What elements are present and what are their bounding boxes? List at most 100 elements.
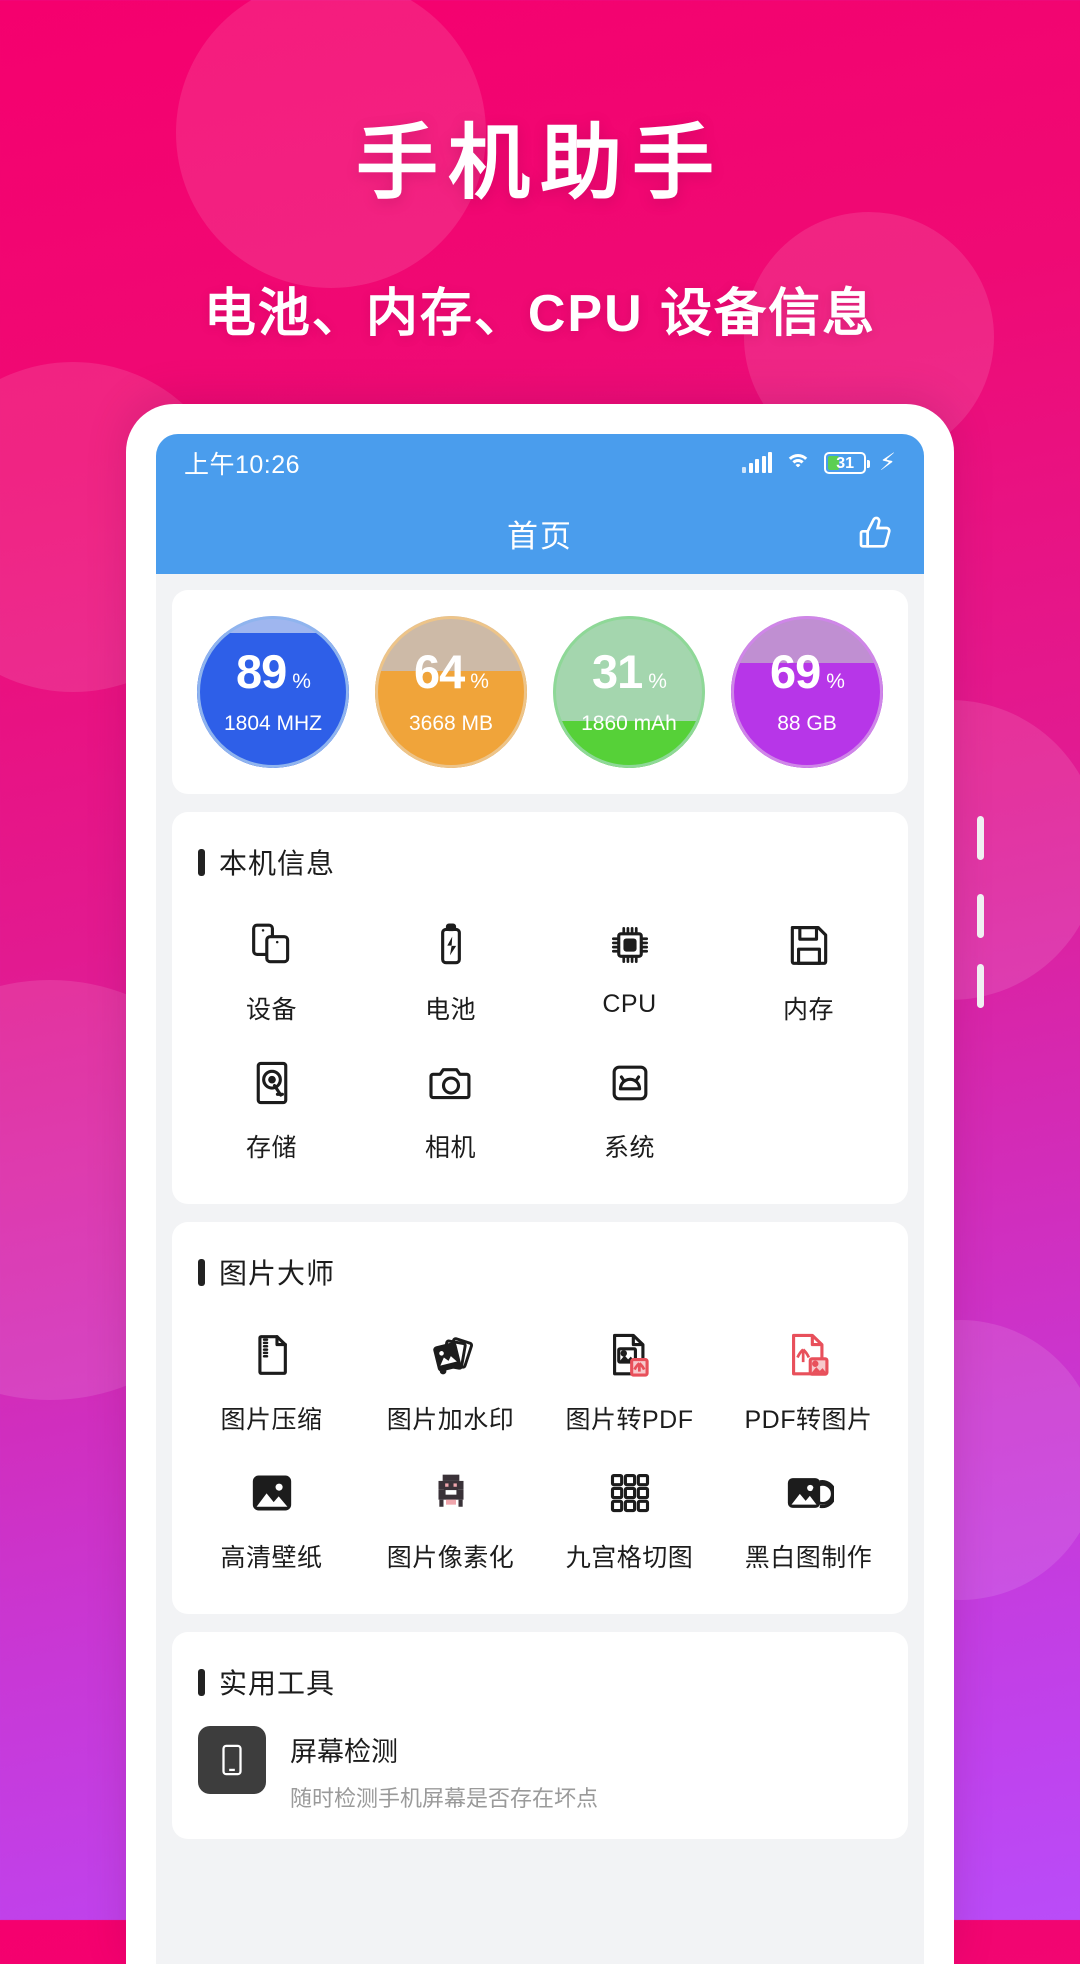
grid-item-label: 九宫格切图	[565, 1544, 694, 1572]
phone-side-button	[977, 816, 984, 860]
status-time: 上午10:26	[184, 451, 301, 479]
grid-item[interactable]: CPU	[540, 902, 719, 1040]
grid-item-label: 电池	[424, 996, 476, 1024]
grid-item[interactable]: 高清壁纸	[182, 1450, 361, 1588]
grid-item-label: 图片加水印	[386, 1406, 515, 1434]
app-bar: 首页	[156, 492, 924, 574]
wifi-icon	[785, 453, 812, 473]
page-title: 手机助手	[355, 118, 724, 209]
phone-device-icon	[245, 918, 299, 972]
screen-test-icon	[198, 1726, 266, 1794]
section-header: 本机信息	[172, 812, 908, 888]
tool-name: 屏幕检测	[290, 1737, 398, 1767]
grid-item-label: 相机	[424, 1134, 476, 1162]
section-title: 实用工具	[219, 1668, 336, 1699]
compress-file-icon	[245, 1328, 299, 1382]
camera-icon	[424, 1056, 478, 1110]
black-white-photo-icon	[782, 1466, 836, 1520]
charging-bolt-icon: ⚡	[879, 449, 896, 476]
grid-item-label: 设备	[245, 996, 297, 1024]
cpu-gauge[interactable]: 89% 1804 MHZ	[197, 616, 349, 768]
phone-mockup: 上午10:26 31 ⚡ 首页 89% 1804 MHZ 64 % 3668 M…	[126, 404, 984, 1964]
phone-screen: 上午10:26 31 ⚡ 首页 89% 1804 MHZ 64 % 3668 M…	[156, 434, 924, 1964]
image-master-grid: 图片压缩 图片加水印 图片转PDF PDF转图片高清壁纸 图片像素化 九宫格切图 黑白图制作	[172, 1298, 908, 1614]
watermark-photos-icon	[424, 1328, 478, 1382]
hero-banner: 手机助手 电池、内存、CPU 设备信息	[0, 0, 1080, 346]
app-content: 89% 1804 MHZ 64% 3668 MB 31% 1860 mAh 69% 88 GB…	[156, 574, 924, 1839]
section-marker	[198, 1668, 205, 1696]
grid-item-label: 内存	[782, 996, 834, 1024]
image-master-section: 图片大师 图片压缩 图片加水印 图片转PDF PDF转图片高清壁纸 图片像素化 九宫格切图…	[172, 1222, 908, 1614]
grid-item[interactable]: 存储	[182, 1040, 361, 1178]
grid-item[interactable]: 电池	[361, 902, 540, 1040]
grid-item-label: 系统	[603, 1134, 655, 1162]
section-header: 图片大师	[172, 1222, 908, 1298]
hard-drive-icon	[245, 1056, 299, 1110]
list-item[interactable]: 屏幕检测 随时检测手机屏幕是否存在坏点	[172, 1708, 908, 1839]
section-marker	[198, 848, 205, 876]
gauge-number: 64	[414, 645, 465, 698]
grid-item-label: 图片压缩	[220, 1406, 323, 1434]
gauge-subtext: 1804 MHZ	[223, 712, 323, 735]
battery-level: 31	[836, 454, 855, 472]
gauge-value: 31%	[592, 645, 667, 705]
phone-side-button	[977, 964, 984, 1008]
storage-gauge[interactable]: 69% 88 GB	[731, 616, 883, 768]
tool-desc: 随时检测手机屏幕是否存在坏点	[290, 1786, 599, 1811]
gauge-unit: %	[470, 670, 489, 693]
grid-item[interactable]: 九宫格切图	[540, 1450, 719, 1588]
gauge-subtext: 1860 mAh	[581, 712, 677, 735]
phone-side-button	[977, 894, 984, 938]
grid-item-label: PDF转图片	[744, 1406, 873, 1434]
section-marker	[198, 1258, 205, 1286]
section-header: 实用工具	[172, 1632, 908, 1708]
grid-item[interactable]: 图片转PDF	[540, 1312, 719, 1450]
gauge-unit: %	[648, 670, 667, 693]
grid-item[interactable]: 内存	[719, 902, 898, 1040]
grid-item-label: 高清壁纸	[220, 1544, 323, 1572]
wallpaper-image-icon	[245, 1466, 299, 1520]
gauge-subtext: 3668 MB	[408, 712, 494, 735]
grid-item[interactable]: 相机	[361, 1040, 540, 1178]
nine-grid-icon	[603, 1466, 657, 1520]
grid-item-label: 黑白图制作	[744, 1544, 873, 1572]
gauge-subtext: 88 GB	[777, 712, 837, 735]
stats-card: 89% 1804 MHZ 64% 3668 MB 31% 1860 mAh 69% 88 GB	[172, 590, 908, 794]
grid-item[interactable]: 图片加水印	[361, 1312, 540, 1450]
gauge-value: 64%	[414, 645, 489, 705]
battery-icon: 31	[824, 452, 871, 474]
device-info-grid: 设备 电池 CPU 内存存储 相机 系统	[172, 888, 908, 1204]
pixelate-icon	[424, 1466, 478, 1520]
battery-icon	[424, 918, 478, 972]
gauge-value: 69%	[770, 648, 845, 705]
thumbs-up-icon[interactable]	[856, 513, 896, 553]
gauge-number: 89	[236, 645, 287, 698]
grid-item-label: 存储	[245, 1134, 297, 1162]
android-system-icon	[603, 1056, 657, 1110]
grid-item[interactable]: 图片压缩	[182, 1312, 361, 1450]
gauge-number: 31	[592, 645, 643, 698]
utility-tools-section: 实用工具 屏幕检测 随时检测手机屏幕是否存在坏点	[172, 1632, 908, 1839]
device-info-section: 本机信息 设备 电池 CPU 内存存储 相机 系统	[172, 812, 908, 1204]
grid-item-label: 图片像素化	[386, 1544, 515, 1572]
gauge-unit: %	[826, 670, 845, 693]
gauge-value: 89%	[236, 645, 311, 705]
gauge-unit: %	[292, 670, 311, 693]
memory-gauge[interactable]: 64% 3668 MB	[375, 616, 527, 768]
grid-item-label: 图片转PDF	[565, 1406, 694, 1434]
grid-item-label: CPU	[602, 990, 657, 1018]
grid-item[interactable]: PDF转图片	[719, 1312, 898, 1450]
app-bar-title: 首页	[507, 518, 573, 554]
grid-item[interactable]: 图片像素化	[361, 1450, 540, 1588]
signal-bars-icon	[742, 452, 773, 473]
grid-item[interactable]: 设备	[182, 902, 361, 1040]
battery-gauge[interactable]: 31% 1860 mAh	[553, 616, 705, 768]
section-title: 本机信息	[219, 848, 336, 879]
gauge-row: 89% 1804 MHZ 64% 3668 MB 31% 1860 mAh 69% 88 GB	[172, 590, 908, 794]
pdf-to-image-icon	[782, 1328, 836, 1382]
image-to-pdf-icon	[603, 1328, 657, 1382]
grid-item[interactable]: 黑白图制作	[719, 1450, 898, 1588]
section-title: 图片大师	[219, 1258, 336, 1289]
cpu-chip-icon	[603, 918, 657, 972]
grid-item[interactable]: 系统	[540, 1040, 719, 1178]
